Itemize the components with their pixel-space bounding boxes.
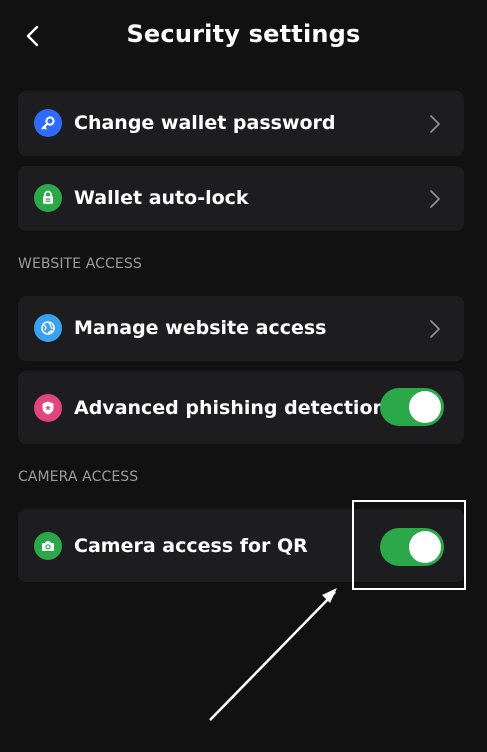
header: Security settings — [0, 0, 487, 72]
globe-icon — [34, 314, 62, 342]
shield-icon — [34, 394, 62, 422]
phishing-detection-toggle[interactable] — [380, 388, 444, 426]
toggle-knob — [409, 391, 441, 423]
chevron-right-icon — [430, 320, 440, 338]
key-icon — [34, 109, 62, 137]
advanced-phishing-detection-label: Advanced phishing detection — [74, 397, 387, 419]
advanced-phishing-detection-item: Advanced phishing detection — [18, 371, 464, 444]
manage-website-access-label: Manage website access — [74, 317, 327, 339]
lock-icon — [34, 184, 62, 212]
section-header-camera-access: CAMERA ACCESS — [18, 469, 139, 485]
annotation-arrow-icon — [209, 588, 337, 721]
wallet-auto-lock-item[interactable]: Wallet auto-lock — [18, 166, 464, 231]
section-header-website-access: WEBSITE ACCESS — [18, 256, 142, 272]
camera-icon — [34, 532, 62, 560]
highlight-box — [352, 500, 466, 590]
change-wallet-password-item[interactable]: Change wallet password — [18, 91, 464, 156]
chevron-right-icon — [430, 190, 440, 208]
wallet-auto-lock-label: Wallet auto-lock — [74, 187, 249, 209]
chevron-right-icon — [430, 115, 440, 133]
change-wallet-password-label: Change wallet password — [74, 112, 336, 134]
camera-access-label: Camera access for QR — [74, 535, 308, 557]
page-title: Security settings — [126, 20, 361, 48]
manage-website-access-item[interactable]: Manage website access — [18, 296, 464, 361]
